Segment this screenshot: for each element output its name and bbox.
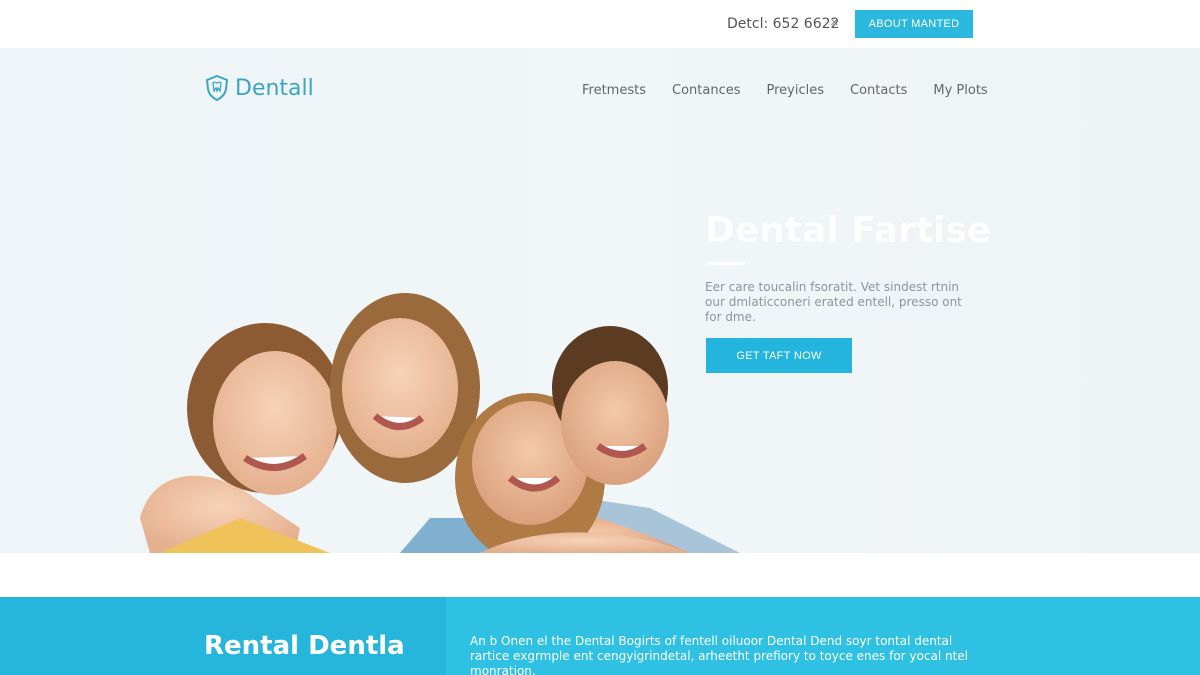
nav-item-contances[interactable]: Contances — [672, 83, 741, 98]
phone-number: Detcl: 652 6622 — [727, 16, 840, 32]
title-underline — [707, 262, 745, 265]
family-photo — [140, 293, 740, 553]
main-nav: Fretmests Contances Preyicles Contacts M… — [582, 83, 988, 98]
about-button[interactable]: ABOUT MANTED — [855, 10, 973, 38]
hero-section: Dentall Fretmests Contances Preyicles Co… — [0, 48, 1200, 553]
get-started-button[interactable]: GET TAFT NOW — [706, 338, 852, 373]
logo[interactable]: Dentall — [205, 75, 314, 101]
info-band: Rental Dentla An b Onen el the Dental Bo… — [0, 597, 1200, 675]
band-text: An b Onen el the Dental Bogirts of fente… — [470, 634, 968, 675]
hero-description: Eer care toucalin fsoratit. Vet sindest … — [705, 280, 962, 324]
shield-tooth-icon — [205, 75, 229, 101]
top-bar: Detcl: 652 6622 × ABOUT MANTED — [0, 0, 1200, 48]
nav-item-contacts[interactable]: Contacts — [850, 83, 907, 98]
close-icon[interactable]: × — [830, 14, 839, 31]
logo-text: Dentall — [235, 75, 314, 101]
band-title: Rental Dentla — [204, 631, 405, 661]
hero-title: Dental Fartise — [705, 210, 992, 251]
nav-item-preyicles[interactable]: Preyicles — [767, 83, 825, 98]
nav-item-my-plots[interactable]: My Plots — [933, 83, 987, 98]
nav-item-fretmests[interactable]: Fretmests — [582, 83, 646, 98]
